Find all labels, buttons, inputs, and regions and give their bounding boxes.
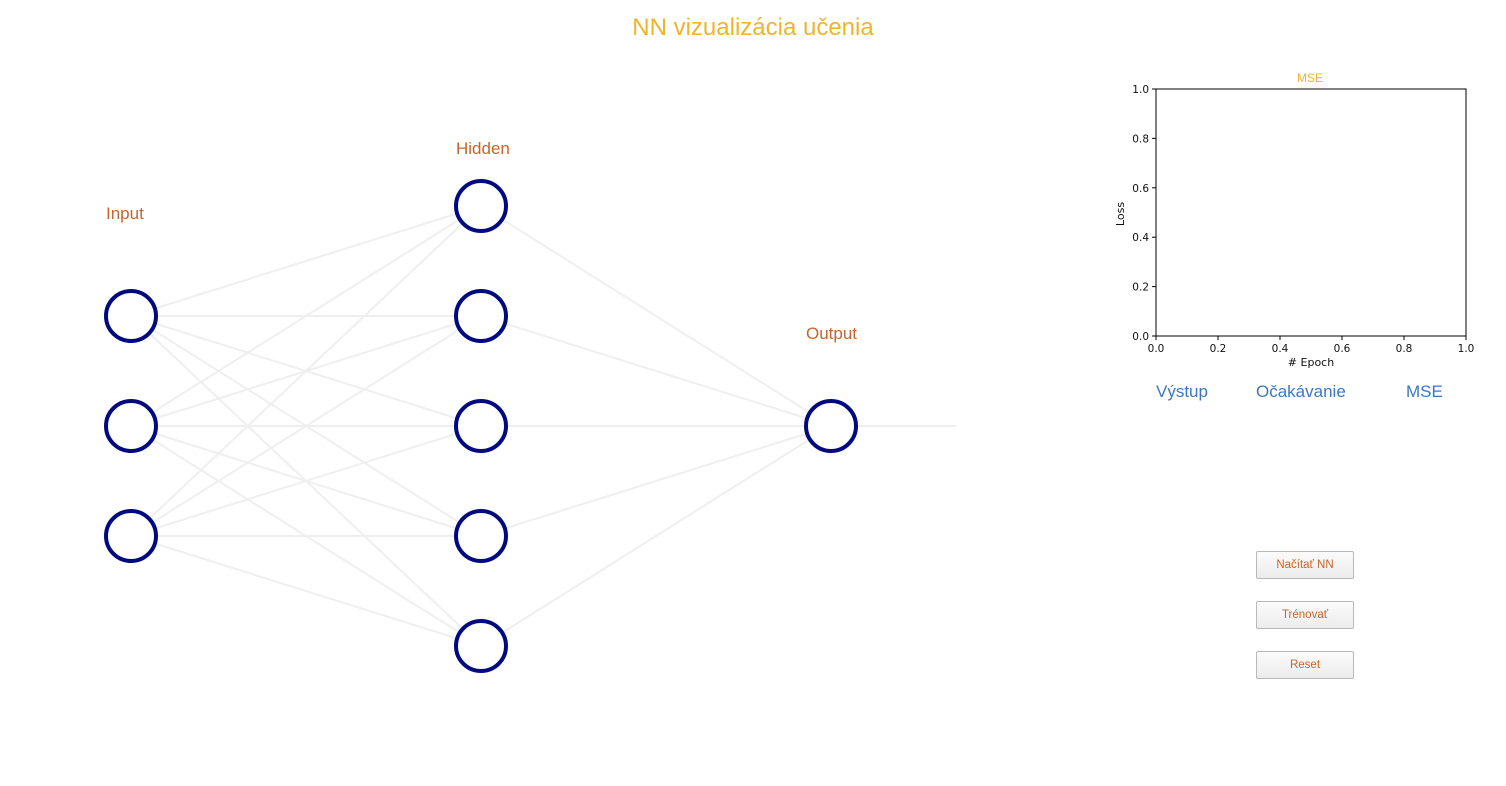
y-tick-label: 0.4 [1132, 232, 1149, 244]
mse-chart: MSE 0.0 0.2 0.4 0.6 0.8 1.0 0.0 0.2 0.4 0.6 0.8 1.… [1114, 71, 1475, 369]
hidden-node-3 [454, 399, 508, 453]
expected-column-header: Očakávanie [1256, 382, 1346, 401]
connection-hidden5-output1 [480, 425, 832, 647]
train-button[interactable]: Trénovať [1256, 601, 1354, 629]
x-axis-label: # Epoch [1288, 356, 1334, 369]
hidden-node-4 [454, 509, 508, 563]
network-diagram: Input Hidden Output [104, 139, 956, 673]
hidden-node-1 [454, 179, 508, 233]
y-tick-label: 0.8 [1132, 133, 1149, 145]
layer-label-hidden: Hidden [456, 139, 510, 158]
connection-input1-hidden1 [130, 205, 482, 317]
y-tick-label: 1.0 [1132, 84, 1149, 96]
connection-hidden4-output1 [480, 425, 832, 537]
output-node-1 [804, 399, 858, 453]
input-node-3 [104, 509, 158, 563]
y-tick-label: 0.0 [1132, 331, 1149, 343]
mse-column-header: MSE [1406, 382, 1443, 401]
hidden-node-2 [454, 289, 508, 343]
input-node-1 [104, 289, 158, 343]
x-tick-label: 0.0 [1148, 343, 1165, 355]
hidden-node-5 [454, 619, 508, 673]
y-tick-label: 0.6 [1132, 183, 1149, 195]
y-tick-label: 0.2 [1132, 282, 1149, 294]
connection-input3-hidden5 [130, 535, 482, 647]
layer-label-output: Output [806, 324, 857, 343]
x-tick-label: 0.2 [1210, 343, 1227, 355]
y-axis-label: Loss [1114, 202, 1127, 226]
load-nn-button[interactable]: Načítať NN [1256, 551, 1354, 579]
connection-hidden2-output1 [480, 315, 832, 427]
output-column-header: Výstup [1156, 382, 1208, 401]
layer-label-input: Input [106, 204, 144, 223]
chart-title: MSE [1297, 71, 1323, 85]
x-tick-label: 0.8 [1396, 343, 1413, 355]
connection-hidden1-output1 [480, 205, 832, 427]
x-tick-label: 1.0 [1458, 343, 1475, 355]
x-tick-label: 0.6 [1334, 343, 1351, 355]
plot-area [1155, 88, 1467, 337]
reset-button[interactable]: Reset [1256, 651, 1354, 679]
input-node-2 [104, 399, 158, 453]
connection-input3-hidden1 [130, 205, 482, 537]
x-tick-label: 0.4 [1272, 343, 1289, 355]
